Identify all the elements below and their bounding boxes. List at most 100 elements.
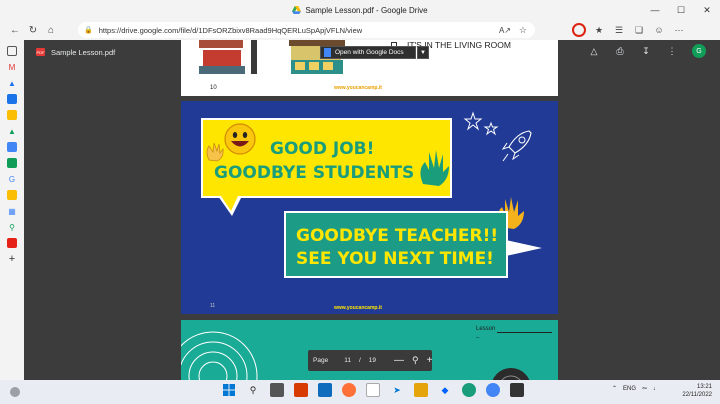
tab-actions-icon[interactable]	[7, 46, 17, 56]
url-text: https://drive.google.com/file/d/1DFsORZb…	[98, 25, 363, 35]
clock[interactable]: 13:21 22/11/2022	[682, 383, 712, 399]
browser-extension-icons: ★ ☰ ❏ ☺ ⋯	[572, 20, 686, 40]
see-you-next-time-text: SEE YOU NEXT TIME!	[296, 249, 494, 269]
camera-icon[interactable]	[510, 383, 524, 397]
collections-icon[interactable]: ❏	[632, 23, 646, 37]
page-separator: /	[358, 357, 361, 364]
open-with-dropdown-icon[interactable]: ▼	[417, 46, 429, 59]
tray-chevron-icon[interactable]: ⌃	[612, 385, 617, 392]
file-name: Sample Lesson.pdf	[51, 47, 116, 57]
volume-icon[interactable]: ♩	[653, 386, 659, 392]
windows-taskbar: ⚲ ➤ ◆ ⌃ ENG ∾ ♩ 13:21 22/11/2022	[0, 380, 720, 404]
firefox-icon[interactable]	[342, 383, 356, 397]
files-icon[interactable]	[414, 383, 428, 397]
print-icon[interactable]: ⎙	[614, 45, 626, 57]
weather-icon[interactable]	[8, 385, 22, 399]
language-indicator[interactable]: ENG	[623, 386, 636, 392]
windows-start-icon[interactable]	[222, 383, 236, 397]
zoom-icon: ⚲	[411, 355, 419, 365]
maximize-button[interactable]: ☐	[668, 0, 694, 20]
page10-site: www.youcancamp.it	[334, 85, 382, 91]
lesson-underline	[497, 332, 552, 333]
more-menu-icon[interactable]: ⋯	[672, 23, 686, 37]
zoom-out-button[interactable]: —	[394, 355, 404, 367]
rocket-doodle	[501, 130, 532, 162]
calendar-icon[interactable]	[7, 94, 17, 104]
page10-number: 10	[210, 85, 217, 91]
tire-illustration	[492, 368, 530, 380]
slides-icon[interactable]	[7, 190, 17, 200]
extensions-icon[interactable]: ★	[592, 23, 606, 37]
reload-icon[interactable]: ↻	[24, 21, 42, 39]
current-page-input[interactable]: 11	[344, 357, 351, 364]
keep-icon[interactable]	[7, 110, 17, 120]
system-tray: ⌃ ENG ∾ ♩	[612, 385, 659, 393]
page11-site: www.youcancamp.it	[334, 305, 382, 311]
office-icon[interactable]	[294, 383, 308, 397]
total-pages: 19	[368, 357, 376, 364]
add-sidebar-icon[interactable]: +	[7, 253, 17, 265]
wifi-icon[interactable]: ∾	[642, 385, 647, 392]
add-to-drive-icon[interactable]: △	[588, 45, 600, 57]
window-controls: — ☐ ✕	[642, 0, 720, 20]
lesson-label: Lesson	[476, 326, 496, 332]
sheets-icon[interactable]	[7, 158, 17, 168]
gmail-icon[interactable]: M	[7, 62, 17, 72]
waving-hand-icon	[206, 142, 224, 162]
file-explorer-icon[interactable]	[270, 383, 284, 397]
lesson-dash: –	[476, 335, 480, 341]
profile-icon[interactable]: ☺	[652, 23, 666, 37]
visual-studio-icon[interactable]: ➤	[390, 383, 404, 397]
more-actions-icon[interactable]: ⋮	[666, 45, 678, 57]
apps-icon[interactable]: ▦	[7, 206, 17, 216]
home-icon[interactable]: ⌂	[42, 21, 60, 39]
search-icon[interactable]: ⚲	[246, 383, 260, 397]
page-navigation-control: Page 11 / 19 — ⚲ +	[308, 350, 432, 371]
pdf-viewer: PDF Sample Lesson.pdf IT'S IN THE LIVING…	[24, 40, 720, 380]
teal-hand-icon	[420, 150, 449, 186]
favorites-icon[interactable]: ☰	[612, 23, 626, 37]
search-sidebar-icon[interactable]: ⚲	[7, 222, 17, 232]
clock-date: 22/11/2022	[682, 392, 712, 398]
google-drive-icon	[292, 6, 302, 14]
minimize-button[interactable]: —	[642, 0, 668, 20]
browser-sidebar: M ▲ ▲ G ▦ ⚲ +	[0, 40, 24, 380]
browser-toolbar: ← ↻ ⌂ 🔒 https://drive.google.com/file/d/…	[0, 20, 720, 40]
drive-active-icon[interactable]: ▲	[7, 126, 17, 136]
open-with-google-docs-button[interactable]: Open with Google Docs ▼	[320, 46, 429, 59]
smiley-emoji-icon	[224, 123, 256, 155]
clock-time: 13:21	[696, 384, 712, 390]
read-aloud-icon[interactable]: A↗	[499, 26, 511, 35]
google-docs-icon	[324, 48, 331, 57]
docs-icon[interactable]	[7, 142, 17, 152]
dropbox-icon[interactable]: ◆	[438, 383, 452, 397]
chrome-icon[interactable]	[486, 383, 500, 397]
download-icon[interactable]: ↧	[640, 45, 652, 57]
pdf-file-icon: PDF	[36, 48, 45, 56]
concentric-circles-decoration	[181, 331, 258, 380]
edge-icon[interactable]	[462, 383, 476, 397]
back-icon[interactable]: ←	[6, 21, 24, 39]
youtube-icon[interactable]	[7, 238, 17, 248]
open-with-label: Open with Google Docs	[335, 49, 404, 56]
pdf-page-11: GOOD JOB! GOODBYE STUDENTS GOODBYE TEACH…	[181, 101, 558, 314]
goodbye-students-text: GOODBYE STUDENTS	[214, 163, 415, 183]
goodbye-teacher-text: GOODBYE TEACHER!!	[296, 226, 499, 246]
page11-number: 11	[210, 303, 216, 309]
address-bar[interactable]: 🔒 https://drive.google.com/file/d/1DFsOR…	[78, 22, 535, 38]
favorite-star-icon[interactable]: ☆	[519, 25, 527, 36]
account-avatar[interactable]: G	[692, 44, 706, 58]
outlook-icon[interactable]	[318, 383, 332, 397]
viewer-actions: △ ⎙ ↧ ⋮ G	[588, 44, 706, 58]
close-button[interactable]: ✕	[694, 0, 720, 20]
zoom-in-button[interactable]: +	[427, 355, 433, 367]
speech-bubble-teacher: GOODBYE TEACHER!! SEE YOU NEXT TIME!	[284, 211, 542, 278]
opera-icon[interactable]	[572, 23, 586, 37]
google-icon[interactable]: G	[7, 174, 17, 184]
notepad-icon[interactable]	[366, 383, 380, 397]
window-titlebar: Sample Lesson.pdf - Google Drive — ☐ ✕	[0, 0, 720, 20]
good-job-text: GOOD JOB!	[270, 139, 375, 159]
window-title: Sample Lesson.pdf - Google Drive	[305, 5, 428, 15]
taskbar-apps: ⚲ ➤ ◆	[222, 383, 524, 397]
drive-sidebar-icon[interactable]: ▲	[7, 78, 17, 88]
